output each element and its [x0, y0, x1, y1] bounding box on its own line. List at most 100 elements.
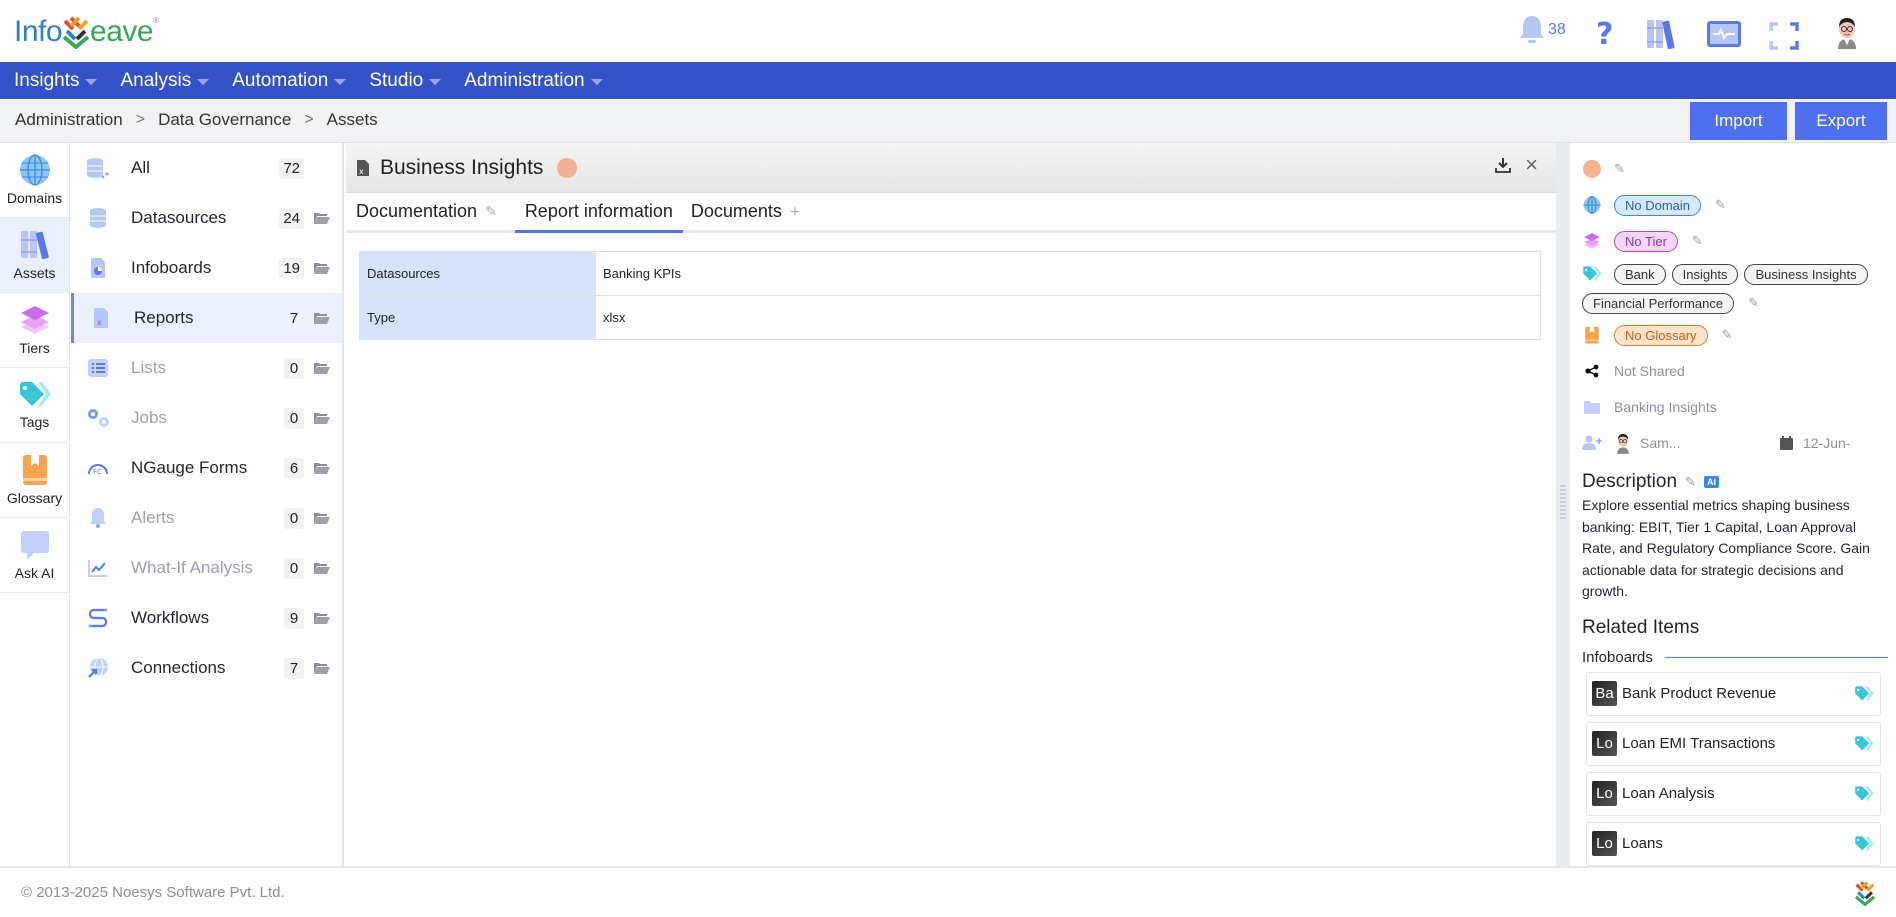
pencil-icon[interactable]: ✎: [1722, 327, 1733, 343]
books-icon: [20, 231, 49, 260]
grip-icon: [1560, 485, 1566, 521]
tab-documents[interactable]: Documents +: [691, 193, 810, 230]
tag-icon[interactable]: [1854, 835, 1874, 853]
folder-open-icon[interactable]: [314, 662, 330, 674]
category-ngauge-forms[interactable]: FC NGauge Forms 6: [71, 443, 342, 493]
sharing-status[interactable]: Not Shared: [1614, 363, 1685, 379]
folder-open-icon[interactable]: [314, 412, 330, 424]
category-alerts[interactable]: Alerts 0: [71, 493, 342, 543]
category-reports[interactable]: x Reports 7: [71, 293, 342, 343]
pencil-icon[interactable]: ✎: [1715, 197, 1726, 213]
related-item[interactable]: Lo Loan Analysis: [1586, 771, 1881, 816]
category-all[interactable]: All 72: [71, 143, 342, 193]
tag-icon[interactable]: [1854, 735, 1874, 753]
folder-open-icon[interactable]: [314, 612, 330, 624]
folder-name[interactable]: Banking Insights: [1614, 399, 1717, 415]
breadcrumb-data-governance[interactable]: Data Governance: [158, 110, 291, 130]
folder-open-icon[interactable]: [314, 362, 330, 374]
folder-open-icon[interactable]: [314, 562, 330, 574]
category-what-if-analysis[interactable]: What-If Analysis 0: [71, 543, 342, 593]
bell-icon: [85, 507, 111, 529]
category-datasources[interactable]: Datasources 24: [71, 193, 342, 243]
folder-open-icon[interactable]: [314, 462, 330, 474]
folder-open-icon[interactable]: [314, 262, 330, 274]
related-section-header: Infoboards: [1582, 649, 1896, 666]
notifications-button[interactable]: 38: [1518, 14, 1566, 46]
panel-resize-handle[interactable]: [1556, 143, 1570, 866]
nav-administration[interactable]: Administration: [464, 69, 603, 92]
library-button[interactable]: [1645, 14, 1677, 54]
monitor-button[interactable]: [1706, 14, 1742, 54]
globe-icon: [1583, 196, 1601, 214]
item-name: Loan Analysis: [1622, 785, 1715, 802]
category-label: Connections: [131, 658, 226, 677]
category-connections[interactable]: Connections 7: [71, 643, 342, 693]
nav-analysis[interactable]: Analysis: [120, 70, 210, 92]
import-button[interactable]: Import: [1690, 102, 1787, 140]
tag-chip[interactable]: Bank: [1614, 263, 1666, 285]
category-label: All: [131, 158, 150, 177]
books-icon: [1647, 20, 1675, 50]
trend-icon: [85, 557, 111, 579]
plus-icon[interactable]: +: [790, 202, 800, 222]
pencil-icon[interactable]: ✎: [1614, 161, 1625, 177]
pencil-icon[interactable]: ✎: [485, 203, 497, 220]
tag-icon[interactable]: [1854, 685, 1874, 703]
category-lists[interactable]: Lists 0: [71, 343, 342, 393]
related-items-title: Related Items: [1582, 616, 1700, 638]
item-avatar: Ba: [1592, 681, 1617, 706]
tag-chip[interactable]: Business Insights: [1744, 263, 1868, 285]
download-icon[interactable]: [1495, 157, 1512, 173]
tab-label: Documents: [690, 201, 782, 221]
breadcrumb-administration[interactable]: Administration: [15, 110, 123, 130]
tab-documentation[interactable]: Documentation ✎: [356, 193, 507, 230]
fullscreen-button[interactable]: [1769, 16, 1799, 56]
category-count: 19: [279, 257, 304, 279]
asset-category-list: All 72 Datasources 24 Infoboards 19 x Re…: [71, 143, 344, 866]
caret-down-icon: [334, 79, 347, 85]
sidebar-item-assets[interactable]: Assets: [0, 218, 69, 293]
sidebar-item-ask-ai[interactable]: Ask AI: [0, 518, 69, 593]
user-avatar-button[interactable]: [1833, 12, 1861, 52]
help-icon: ?: [1596, 16, 1614, 52]
tag-chip[interactable]: Insights: [1671, 263, 1739, 285]
pencil-icon[interactable]: ✎: [1685, 474, 1696, 490]
category-label: Jobs: [131, 408, 167, 427]
ai-generate-icon[interactable]: AI: [1703, 476, 1719, 488]
glossary-badge[interactable]: No Glossary: [1614, 324, 1708, 346]
folder-open-icon[interactable]: [314, 212, 330, 224]
domain-badge[interactable]: No Domain: [1614, 194, 1702, 216]
folder-open-icon[interactable]: [314, 312, 330, 324]
breadcrumb-assets: Assets: [326, 110, 378, 129]
sidebar-label: Glossary: [6, 490, 63, 506]
sidebar-item-glossary[interactable]: Glossary: [0, 443, 69, 518]
tab-report-information[interactable]: Report information: [514, 193, 683, 233]
chevron-right-icon: >: [304, 111, 314, 128]
tag-chip[interactable]: Financial Performance: [1582, 292, 1735, 314]
nav-label: Administration: [464, 69, 585, 91]
tag-icon[interactable]: [1854, 785, 1874, 803]
folder-open-icon[interactable]: [314, 512, 330, 524]
close-icon[interactable]: ×: [1525, 154, 1538, 176]
related-item[interactable]: Ba Bank Product Revenue: [1586, 671, 1881, 716]
sidebar-item-domains[interactable]: Domains: [0, 143, 69, 218]
sidebar-item-tiers[interactable]: Tiers: [0, 293, 69, 368]
category-workflows[interactable]: Workflows 9: [71, 593, 342, 643]
infoweave-logo[interactable]: Info eave ®: [14, 12, 159, 52]
nav-insights[interactable]: Insights: [14, 70, 98, 92]
add-user-icon: [1582, 435, 1602, 450]
sidebar-label: Tags: [19, 414, 50, 430]
nav-studio[interactable]: Studio: [369, 70, 442, 92]
export-button[interactable]: Export: [1795, 102, 1887, 140]
pencil-icon[interactable]: ✎: [1692, 233, 1703, 249]
nav-automation[interactable]: Automation: [232, 70, 347, 92]
sidebar-item-tags[interactable]: Tags: [0, 368, 69, 443]
pencil-icon[interactable]: ✎: [1748, 295, 1759, 311]
help-button[interactable]: ?: [1596, 14, 1613, 54]
related-item[interactable]: Lo Loans: [1586, 821, 1881, 866]
tier-badge[interactable]: No Tier: [1614, 230, 1678, 252]
category-jobs[interactable]: Jobs 0: [71, 393, 342, 443]
related-item[interactable]: Lo Loan EMI Transactions: [1586, 721, 1881, 766]
category-infoboards[interactable]: Infoboards 19: [71, 243, 342, 293]
category-label: Lists: [131, 358, 166, 377]
